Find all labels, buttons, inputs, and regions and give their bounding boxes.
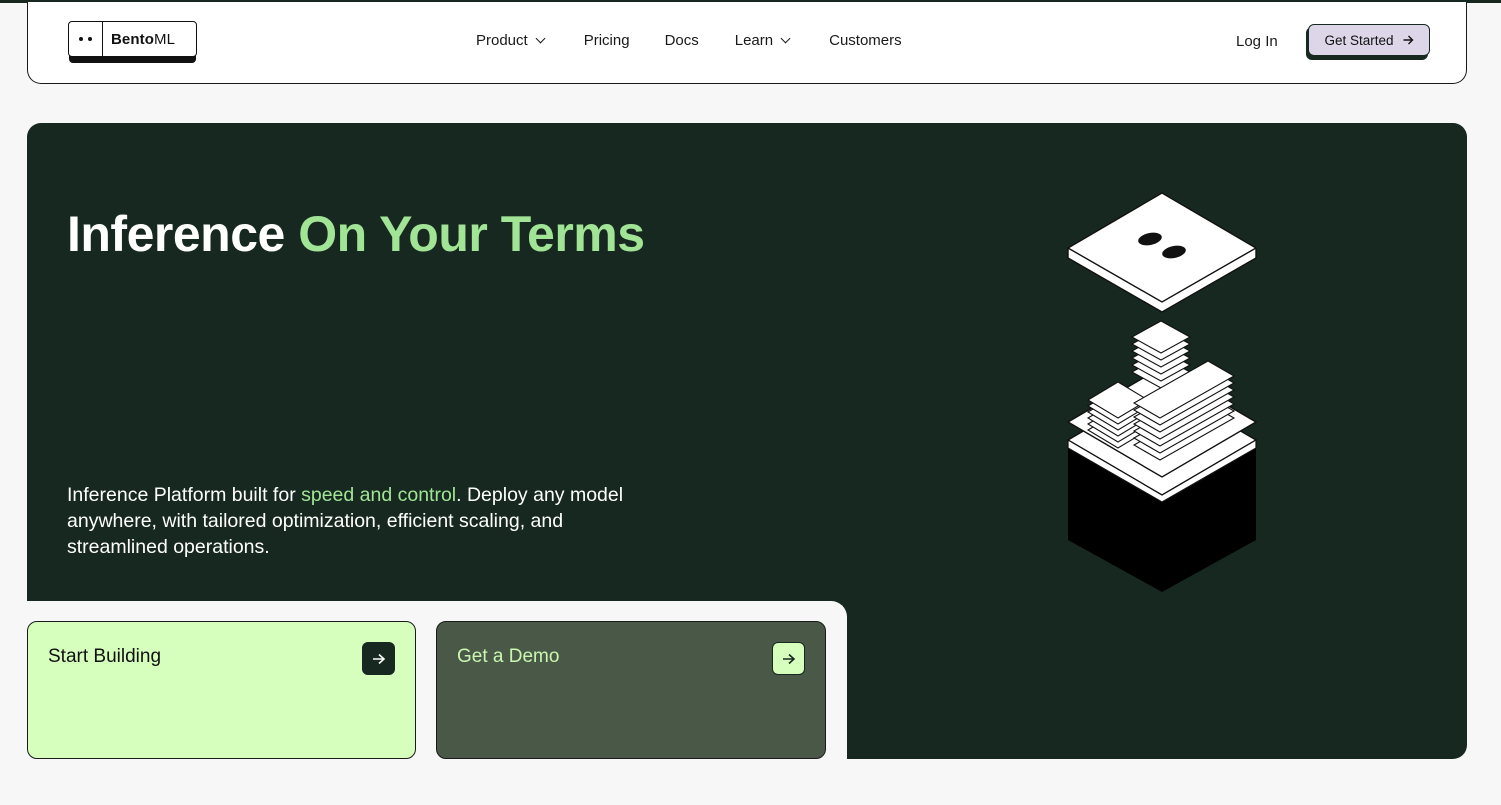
bento-box-illustration xyxy=(1066,192,1258,592)
bentoml-logo[interactable]: BentoML xyxy=(68,21,198,63)
bento-lid-icon xyxy=(1067,192,1257,313)
get-demo-label: Get a Demo xyxy=(457,646,560,667)
start-building-card[interactable]: Start Building xyxy=(27,621,416,759)
nav-links: Product Pricing Docs Learn Customers xyxy=(476,32,902,49)
logo-face: BentoML xyxy=(68,21,197,57)
logo-eyes-icon xyxy=(69,22,103,56)
hero-subtitle: Inference Platform built for speed and c… xyxy=(67,484,624,558)
nav-item-customers[interactable]: Customers xyxy=(829,32,902,49)
nav-item-docs[interactable]: Docs xyxy=(665,32,699,49)
start-building-label: Start Building xyxy=(48,646,162,667)
login-link[interactable]: Log In xyxy=(1236,33,1278,50)
get-demo-card[interactable]: Get a Demo xyxy=(436,621,826,759)
get-started-face: Get Started xyxy=(1308,24,1430,56)
arrow-right-icon xyxy=(372,653,385,664)
get-demo-arrow xyxy=(772,642,805,675)
chevron-down-icon xyxy=(780,33,791,44)
chevron-down-icon xyxy=(535,33,546,44)
arrow-right-icon xyxy=(1403,35,1414,45)
get-started-button[interactable]: Get Started xyxy=(1306,24,1430,60)
start-building-arrow xyxy=(362,642,395,675)
logo-wordmark: BentoML xyxy=(111,30,176,48)
arrow-right-icon xyxy=(782,653,795,664)
hero-title: Inference On Your Terms xyxy=(67,206,645,262)
top-navigation: BentoML Product Pricing Docs Learn Custo… xyxy=(27,2,1467,84)
nav-item-learn[interactable]: Learn xyxy=(735,32,791,49)
nav-item-pricing[interactable]: Pricing xyxy=(584,32,630,49)
nav-item-product[interactable]: Product xyxy=(476,32,546,49)
get-started-label: Get Started xyxy=(1324,32,1394,48)
